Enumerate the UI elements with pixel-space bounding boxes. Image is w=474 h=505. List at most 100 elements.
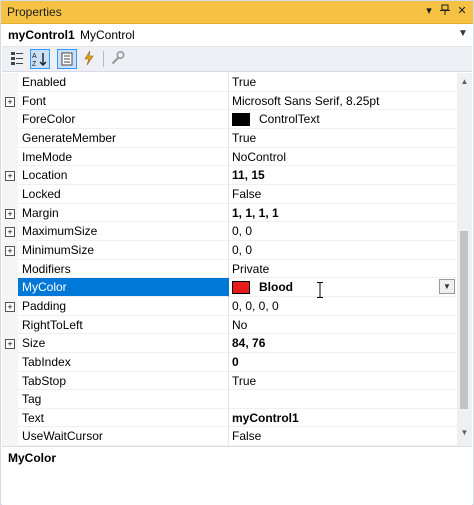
property-row-forecolor[interactable]: ForeColor ControlText <box>2 110 457 129</box>
property-name[interactable]: TabIndex <box>18 352 229 372</box>
expand-plus-icon[interactable]: + <box>5 208 15 219</box>
property-value[interactable]: 1, 1, 1, 1 <box>229 204 457 223</box>
property-name[interactable]: ForeColor <box>18 110 229 129</box>
property-row-maximumsize[interactable]: + MaximumSize 0, 0 <box>2 222 457 241</box>
property-name[interactable]: UseWaitCursor <box>18 427 229 446</box>
property-row-minimumsize[interactable]: + MinimumSize 0, 0 <box>2 240 457 260</box>
chevron-down-icon[interactable]: ▼ <box>458 28 468 39</box>
property-name[interactable]: Text <box>18 408 229 428</box>
property-name[interactable]: MinimumSize <box>18 240 229 260</box>
expand-plus-icon[interactable]: + <box>5 339 15 350</box>
property-row-usewaitcursor[interactable]: UseWaitCursor False <box>2 427 457 446</box>
property-value[interactable]: False <box>229 427 457 446</box>
property-value[interactable]: 11, 15 <box>229 166 457 185</box>
expand-plus-icon[interactable]: + <box>5 171 15 182</box>
property-row-tabstop[interactable]: TabStop True <box>2 371 457 391</box>
property-name[interactable]: Modifiers <box>18 259 229 279</box>
property-value[interactable]: 0 <box>229 353 457 372</box>
property-row-mycolor[interactable]: MyColor Blood ▼ <box>2 278 457 297</box>
pin-icon[interactable] <box>438 4 452 18</box>
property-name[interactable]: Locked <box>18 184 229 204</box>
property-name[interactable]: MaximumSize <box>18 222 229 241</box>
property-value[interactable]: True <box>229 372 457 391</box>
property-name[interactable]: RightToLeft <box>18 315 229 335</box>
property-value-text: Microsoft Sans Serif, 8.25pt <box>232 93 380 108</box>
object-type: MyControl <box>80 28 135 42</box>
property-row-enabled[interactable]: Enabled True <box>2 73 457 92</box>
row-gutter: + <box>2 222 18 241</box>
property-value[interactable]: Microsoft Sans Serif, 8.25pt <box>229 92 457 111</box>
property-value[interactable]: NoControl <box>229 148 457 167</box>
property-name[interactable]: Padding <box>18 296 229 316</box>
events-button[interactable] <box>80 49 100 69</box>
property-name[interactable]: TabStop <box>18 371 229 391</box>
property-name[interactable]: MyColor <box>18 278 229 297</box>
property-value[interactable]: False <box>229 185 457 204</box>
property-name[interactable]: Location <box>18 166 229 185</box>
property-row-padding[interactable]: + Padding 0, 0, 0, 0 <box>2 296 457 316</box>
chevron-down-icon[interactable]: ▾ <box>422 4 436 18</box>
title-bar[interactable]: Properties ▾ ✕ <box>1 1 473 24</box>
property-row-size[interactable]: + Size 84, 76 <box>2 334 457 353</box>
value-dropdown-button[interactable]: ▼ <box>439 279 455 295</box>
property-value[interactable]: True <box>229 73 457 92</box>
property-name[interactable]: Font <box>18 91 229 111</box>
properties-button[interactable] <box>57 49 77 69</box>
property-name[interactable]: Enabled <box>18 73 229 92</box>
property-value[interactable]: myControl1 <box>229 409 457 428</box>
property-value-text: NoControl <box>232 149 287 164</box>
property-row-font[interactable]: + Font Microsoft Sans Serif, 8.25pt <box>2 91 457 111</box>
row-gutter <box>2 390 18 409</box>
property-row-modifiers[interactable]: Modifiers Private <box>2 259 457 279</box>
property-name[interactable]: GenerateMember <box>18 128 229 148</box>
property-row-tag[interactable]: Tag <box>2 390 457 409</box>
property-value[interactable]: 0, 0 <box>229 222 457 241</box>
row-gutter: + <box>2 203 18 223</box>
row-gutter <box>2 128 18 148</box>
property-row-righttoleft[interactable]: RightToLeft No <box>2 315 457 335</box>
property-value-text: False <box>232 186 262 201</box>
scroll-down-icon[interactable]: ▼ <box>460 428 469 437</box>
property-value-text: ControlText <box>259 112 320 127</box>
vertical-scrollbar[interactable]: ▲ ▼ <box>457 73 472 446</box>
property-row-margin[interactable]: + Margin 1, 1, 1, 1 <box>2 203 457 223</box>
property-value[interactable]: Blood ▼ <box>229 278 457 297</box>
scrollbar-thumb[interactable] <box>460 231 468 409</box>
property-value[interactable]: 0, 0 <box>229 241 457 260</box>
property-value[interactable]: Private <box>229 260 457 279</box>
property-name[interactable]: Size <box>18 334 229 353</box>
expand-plus-icon[interactable]: + <box>5 96 15 107</box>
property-value[interactable]: True <box>229 129 457 148</box>
row-gutter <box>2 352 18 372</box>
property-value[interactable]: ControlText <box>229 110 457 129</box>
object-selector[interactable]: myControl1 MyControl ▼ <box>2 24 472 47</box>
property-value[interactable]: 84, 76 <box>229 334 457 353</box>
expand-plus-icon[interactable]: + <box>5 301 15 312</box>
expand-plus-icon[interactable]: + <box>5 245 15 256</box>
window-title: Properties <box>7 5 62 19</box>
property-value[interactable]: No <box>229 316 457 335</box>
property-value[interactable]: 0, 0, 0, 0 <box>229 297 457 316</box>
property-name[interactable]: ImeMode <box>18 147 229 167</box>
row-gutter <box>2 184 18 204</box>
categorized-button[interactable] <box>8 49 28 69</box>
object-name: myControl1 <box>8 28 75 42</box>
close-icon[interactable]: ✕ <box>455 4 469 18</box>
property-value[interactable] <box>229 390 457 409</box>
property-name[interactable]: Tag <box>18 390 229 409</box>
property-row-tabindex[interactable]: TabIndex 0 <box>2 352 457 372</box>
property-name[interactable]: Margin <box>18 203 229 223</box>
property-row-generatemember[interactable]: GenerateMember True <box>2 128 457 148</box>
properties-icon <box>61 52 73 66</box>
property-row-locked[interactable]: Locked False <box>2 184 457 204</box>
property-row-text[interactable]: Text myControl1 <box>2 408 457 428</box>
property-row-imemode[interactable]: ImeMode NoControl <box>2 147 457 167</box>
row-gutter: + <box>2 296 18 316</box>
expand-plus-icon[interactable]: + <box>5 227 15 238</box>
property-row-location[interactable]: + Location 11, 15 <box>2 166 457 185</box>
alphabetical-button[interactable]: A Z <box>30 49 50 69</box>
events-icon <box>84 50 94 66</box>
property-pages-button[interactable] <box>109 49 129 69</box>
scroll-up-icon[interactable]: ▲ <box>460 77 469 86</box>
property-value-text: 1, 1, 1, 1 <box>232 205 279 220</box>
